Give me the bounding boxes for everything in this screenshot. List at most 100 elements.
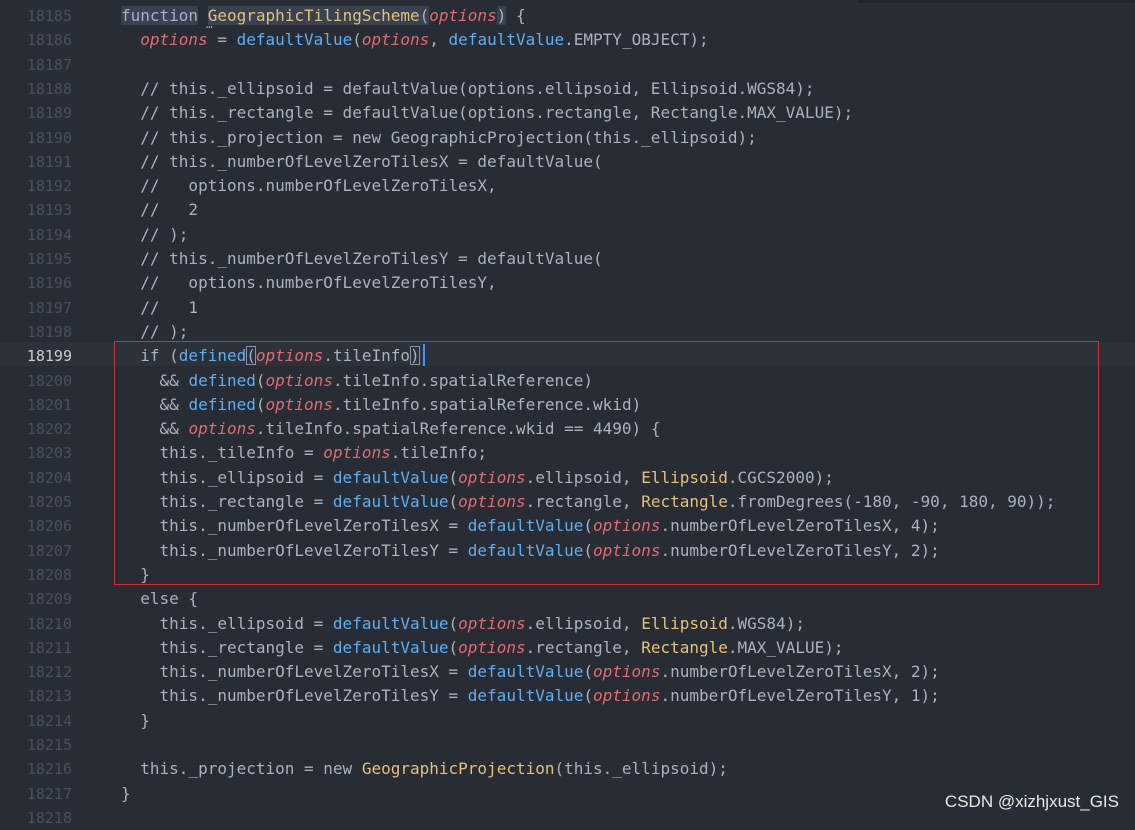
code-line[interactable]: 18187 [0,51,1135,75]
code-line[interactable]: 18205 this._rectangle = defaultValue(opt… [0,488,1135,512]
code-line[interactable]: 18199 if (defined(options.tileInfo) [0,342,1135,368]
code-text: // ); [121,223,188,247]
code-token-comment: // this._rectangle = defaultValue(option… [121,103,854,123]
code-line[interactable]: 18210 this._ellipsoid = defaultValue(opt… [0,610,1135,634]
line-number: 18201 [26,395,72,414]
code-line[interactable]: 18203 this._tileInfo = options.tileInfo; [0,439,1135,463]
code-line[interactable]: 18215 [0,731,1135,755]
line-number: 18186 [26,31,72,50]
code-text: this._projection = new GeographicProject… [121,757,728,781]
code-text: && defined(options.tileInfo.spatialRefer… [121,393,642,417]
code-line[interactable]: 18204 this._ellipsoid = defaultValue(opt… [0,464,1135,488]
code-line[interactable]: 18193 // 2 [0,196,1135,220]
code-token-plain: .numberOfLevelZeroTilesX, 2); [660,662,940,682]
code-token-comment: // ); [121,321,189,341]
code-line[interactable]: 18200 && defined(options.tileInfo.spatia… [0,367,1135,391]
code-token-param: options [458,467,526,487]
code-line[interactable]: 18192 // options.numberOfLevelZeroTilesX… [0,172,1135,196]
code-token-class: Rectangle [641,637,728,657]
code-text: && defined(options.tileInfo.spatialRefer… [121,369,594,393]
code-token-bracket: ) [410,346,420,366]
line-number: 18199 [26,347,72,366]
code-line[interactable]: 18211 this._rectangle = defaultValue(opt… [0,634,1135,658]
code-text: this._numberOfLevelZeroTilesY = defaultV… [121,684,940,708]
code-token-fn: defaultValue [448,30,565,50]
code-token-fn: defaultValue [332,637,449,657]
code-token-plain: ( [583,662,594,682]
code-text: // this._ellipsoid = defaultValue(option… [121,77,815,101]
code-token-plain: .WGS84); [727,613,805,633]
code-token-param: options [255,346,324,366]
code-token-plain: this._ellipsoid = [121,613,333,633]
code-token-plain: ( [448,637,459,657]
code-token-plain: ( [255,370,266,390]
code-token-param: options [593,516,661,536]
code-text: } [121,782,131,806]
code-token-comment: // this._ellipsoid = defaultValue(option… [121,78,815,98]
code-line[interactable]: 18209 else { [0,585,1135,609]
code-token-plain: .ellipsoid, [525,613,642,633]
code-token-plain: ( [448,467,459,487]
code-token-fn: defaultValue [467,662,584,682]
code-text: // ); [121,320,188,344]
code-line[interactable]: 18190 // this._projection = new Geograph… [0,124,1135,148]
code-line[interactable]: 18214 } [0,707,1135,731]
code-token-plain: .tileInfo.spatialReference) [332,370,594,390]
code-line[interactable]: 18216 this._projection = new GeographicP… [0,755,1135,779]
code-line[interactable]: 18213 this._numberOfLevelZeroTilesY = de… [0,682,1135,706]
code-token-comment: // options.numberOfLevelZeroTilesX, [121,176,497,196]
code-token-param: options [265,370,333,390]
code-token-plain: ( [255,394,266,414]
code-token-class: Rectangle [641,492,728,511]
line-number: 18185 [26,7,72,25]
code-line[interactable]: 18196 // options.numberOfLevelZeroTilesY… [0,269,1135,293]
line-number: 18208 [26,565,72,584]
code-line[interactable]: 18197 // 1 [0,294,1135,318]
code-text: options = defaultValue(options, defaultV… [121,28,708,52]
code-token-plain: this._tileInfo = [121,443,324,463]
code-token-plain: , [429,30,449,50]
code-token-plain: this._numberOfLevelZeroTilesY = [121,540,468,560]
code-token-fn: defaultValue [467,540,584,560]
code-line[interactable]: 18201 && defined(options.tileInfo.spatia… [0,391,1135,415]
line-number: 18210 [26,614,72,633]
code-token-comment: // ); [121,224,189,244]
line-number: 18206 [26,517,72,536]
code-line[interactable]: 18189 // this._rectangle = defaultValue(… [0,99,1135,123]
code-token-comment: // 2 [121,200,199,220]
line-number: 18189 [26,104,72,123]
code-text: this._numberOfLevelZeroTilesX = defaultV… [121,514,940,538]
code-token-param: options [458,492,526,511]
line-number: 18212 [26,663,72,682]
code-token-plain: .ellipsoid, [525,467,642,487]
code-text: function GeographicTilingScheme(options)… [121,4,526,28]
code-token-plain: this._projection = new [121,759,362,779]
code-line[interactable]: 18202 && options.tileInfo.spatialReferen… [0,415,1135,439]
code-line[interactable]: 18198 // ); [0,318,1135,342]
code-line[interactable]: 18194 // ); [0,221,1135,245]
line-number: 18198 [26,322,72,341]
code-line[interactable]: 18195 // this._numberOfLevelZeroTilesY =… [0,245,1135,269]
fold-indicator[interactable]: … [206,18,213,31]
code-line[interactable]: 18185 function GeographicTilingScheme(opt… [0,2,1135,26]
code-line[interactable]: 18188 // this._ellipsoid = defaultValue(… [0,75,1135,99]
code-token-comment: // this._numberOfLevelZeroTilesY = defau… [121,249,603,268]
code-line[interactable]: 18206 this._numberOfLevelZeroTilesX = de… [0,512,1135,536]
line-number: 18216 [26,760,72,779]
line-number: 18190 [26,128,72,147]
code-token-class: GeographicProjection [361,759,555,779]
code-token-plain: if ( [121,346,179,366]
line-number: 18207 [26,541,72,560]
code-line[interactable]: 18191 // this._numberOfLevelZeroTilesX =… [0,148,1135,172]
code-editor[interactable]: 18185 function GeographicTilingScheme(opt… [0,0,1135,827]
code-line[interactable]: 18186 options = defaultValue(options, de… [0,26,1135,50]
line-number: 18205 [26,493,72,511]
code-text: if (defined(options.tileInfo) [121,344,420,368]
code-text: } [121,709,150,733]
code-line[interactable]: 18207 this._numberOfLevelZeroTilesY = de… [0,537,1135,561]
code-line[interactable]: 18208 } [0,561,1135,585]
code-token-plain: else { [121,589,199,609]
code-line[interactable]: 18212 this._numberOfLevelZeroTilesX = de… [0,658,1135,682]
code-token-plain: && [121,394,189,414]
code-token-plain: { [506,6,526,25]
